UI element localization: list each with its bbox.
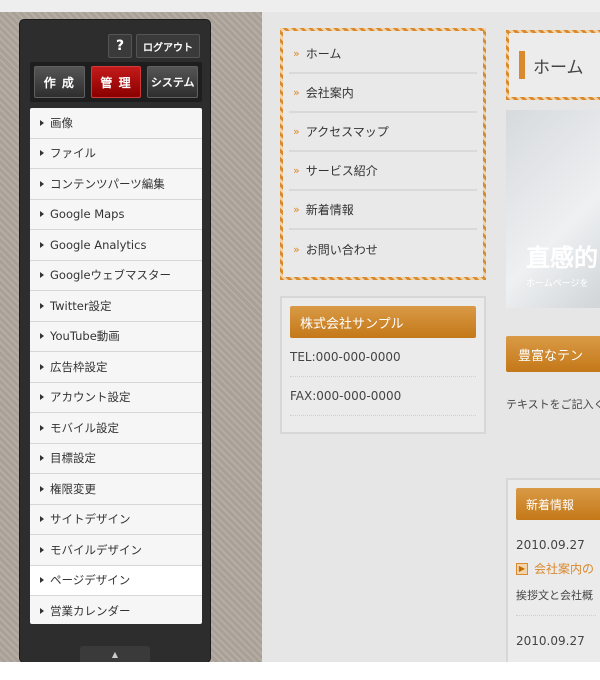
caret-right-icon [40, 424, 44, 431]
template-heading: 豊富なテン [506, 336, 600, 372]
chevron-right-icon: » [293, 125, 300, 138]
caret-right-icon [40, 577, 44, 584]
menu-item-files[interactable]: ファイル [30, 139, 202, 169]
menu-item-page-design[interactable]: ページデザイン [30, 565, 202, 596]
nav-item-service[interactable]: » サービス紹介 [289, 152, 477, 191]
menu-item-site-design[interactable]: サイトデザイン [30, 505, 202, 535]
main-heading: ホーム [506, 30, 600, 100]
company-box: 株式会社サンプル TEL:000-000-0000 FAX:000-000-00… [280, 296, 486, 434]
admin-menu: 画像 ファイル コンテンツパーツ編集 Google Maps Google An… [30, 108, 202, 624]
menu-item-google-maps[interactable]: Google Maps [30, 200, 202, 230]
company-fax: FAX:000-000-0000 [290, 377, 476, 416]
text-placeholder: テキストをご記入く [506, 398, 600, 411]
admin-panel: ? ログアウト 作 成 管 理 システム 画像 ファイル コンテンツパーツ編集 … [20, 20, 210, 662]
news-title: 新着情報 [516, 488, 600, 520]
menu-item-goal-settings[interactable]: 目標設定 [30, 444, 202, 474]
caret-right-icon [40, 607, 44, 614]
nav-item-contact[interactable]: » お問い合わせ [289, 230, 477, 269]
caret-right-icon [40, 333, 44, 340]
caret-right-icon [40, 546, 44, 553]
chevron-right-icon: » [293, 47, 300, 60]
caret-right-icon [40, 363, 44, 370]
hero-image: 直感的 ホームページを [506, 110, 600, 308]
page-title: ホーム [533, 57, 584, 78]
caret-right-icon [40, 485, 44, 492]
caret-right-icon [40, 241, 44, 248]
scroll-up-button[interactable]: ▲ [80, 646, 150, 662]
heading-accent-bar [519, 51, 525, 79]
news-date: 2010.09.27 [516, 538, 585, 552]
caret-right-icon [40, 455, 44, 462]
menu-item-google-analytics[interactable]: Google Analytics [30, 230, 202, 261]
hero-headline: 直感的 [526, 244, 598, 272]
viewport: » ホーム » 会社案内 » アクセスマップ » サービス紹介 » 新着情報 » お問い合わ… [0, 0, 600, 662]
chevron-right-icon: » [293, 243, 300, 256]
caret-right-icon [40, 180, 44, 187]
admin-tabs: 作 成 管 理 システム [30, 62, 202, 102]
hero-subtext: ホームページを [526, 279, 589, 289]
menu-item-mobile-settings[interactable]: モバイル設定 [30, 413, 202, 444]
logout-button[interactable]: ログアウト [136, 34, 200, 58]
menu-item-permissions[interactable]: 権限変更 [30, 474, 202, 505]
news-date: 2010.09.27 [516, 634, 585, 648]
menu-item-youtube[interactable]: YouTube動画 [30, 322, 202, 352]
news-box: 新着情報 2010.09.27 ▶ 会社案内の 挨拶文と会社概 2010.09.2… [506, 478, 600, 662]
caret-right-icon [40, 394, 44, 401]
chevron-right-icon: » [293, 86, 300, 99]
help-button[interactable]: ? [108, 34, 132, 58]
nav-item-company[interactable]: » 会社案内 [289, 74, 477, 113]
caret-right-icon [40, 516, 44, 523]
nav-item-home[interactable]: » ホーム [289, 35, 477, 74]
tab-create[interactable]: 作 成 [34, 66, 85, 98]
caret-right-icon [40, 211, 44, 218]
menu-item-ad-slot[interactable]: 広告枠設定 [30, 352, 202, 383]
nav-item-access[interactable]: » アクセスマップ [289, 113, 477, 152]
arrow-icon: ▶ [516, 562, 528, 575]
menu-item-google-webmaster[interactable]: Googleウェブマスター [30, 261, 202, 291]
news-description: 挨拶文と会社概 [516, 587, 596, 616]
menu-item-images[interactable]: 画像 [30, 108, 202, 139]
caret-right-icon [40, 150, 44, 157]
site-nav: » ホーム » 会社案内 » アクセスマップ » サービス紹介 » 新着情報 » お問い合わ… [280, 28, 486, 280]
admin-top-buttons: ? ログアウト [108, 34, 200, 58]
tab-manage[interactable]: 管 理 [90, 66, 142, 98]
menu-item-business-calendar[interactable]: 営業カレンダー [30, 596, 202, 624]
chevron-right-icon: » [293, 203, 300, 216]
news-link[interactable]: ▶ 会社案内の [516, 560, 596, 577]
company-tel: TEL:000-000-0000 [290, 338, 476, 377]
caret-right-icon [40, 272, 44, 279]
menu-item-content-parts[interactable]: コンテンツパーツ編集 [30, 169, 202, 200]
menu-item-twitter[interactable]: Twitter設定 [30, 291, 202, 322]
chevron-right-icon: » [293, 164, 300, 177]
menu-item-mobile-design[interactable]: モバイルデザイン [30, 535, 202, 566]
company-title: 株式会社サンプル [290, 306, 476, 338]
caret-right-icon [40, 119, 44, 126]
nav-item-news[interactable]: » 新着情報 [289, 191, 477, 230]
tab-system[interactable]: システム [147, 66, 199, 98]
caret-right-icon [40, 302, 44, 309]
menu-item-account[interactable]: アカウント設定 [30, 383, 202, 413]
